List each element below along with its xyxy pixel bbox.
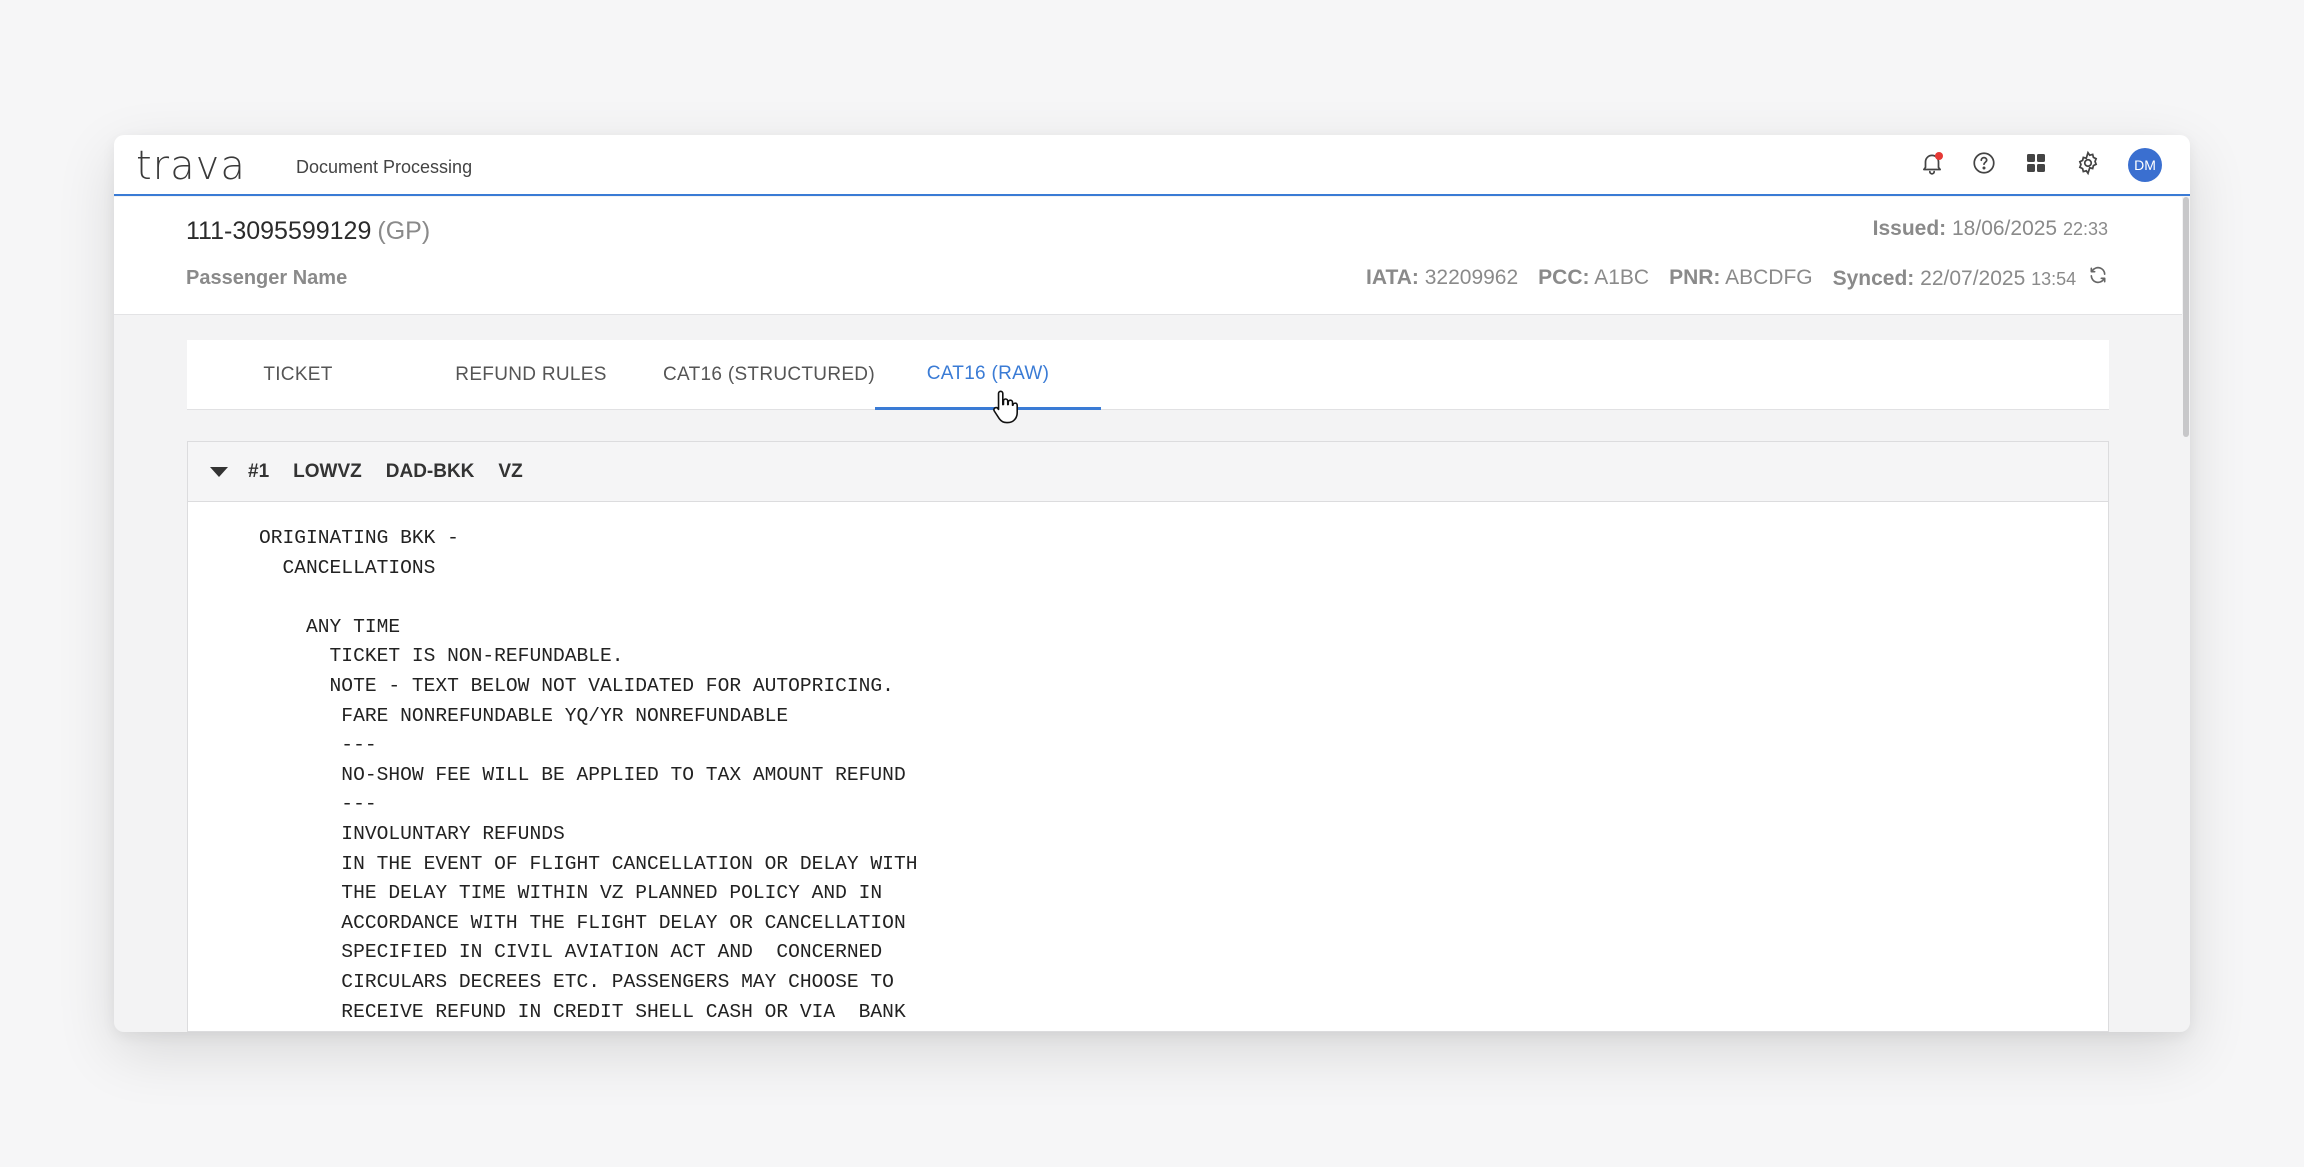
ticket-suffix: (GP) [377,217,431,245]
tab-cat16-structured[interactable]: CAT16 (STRUCTURED) [649,340,889,410]
help-button[interactable] [1966,147,2002,183]
hand-cursor-icon [990,388,1022,431]
synced-label: Synced: [1832,267,1915,290]
pcc-value: A1BC [1594,266,1650,289]
app-title: Document Processing [296,157,473,177]
user-avatar[interactable]: DM [2128,148,2162,182]
notification-dot [1935,152,1943,160]
pcc-label: PCC: [1538,266,1590,289]
ticket-meta: IATA: 32209962 PCC: A1BC PNR: ABCDFG Syn… [1366,265,2108,291]
issued-info: Issued: 18/06/2025 22:33 [1873,217,2108,241]
scrollbar-thumb[interactable] [2183,197,2189,437]
pcc-info: PCC: A1BC [1538,266,1649,290]
logo-text: trava [136,143,246,189]
rule-panel: #1 LOWVZ DAD-BKK VZ ORIGINATING BKK - CA… [187,441,2109,1032]
refresh-icon [2088,265,2108,291]
ticket-number-heading: 111-3095599129 (GP) [186,217,430,246]
help-icon [1971,150,1997,181]
iata-label: IATA: [1366,266,1419,289]
tab-bar: TICKET REFUND RULES CAT16 (STRUCTURED) C… [187,340,2109,410]
issued-time: 22:33 [2062,219,2108,239]
tab-ticket[interactable]: TICKET [187,340,409,410]
ticket-header: 111-3095599129 (GP) Passenger Name Issued… [114,197,2182,315]
rule-index: #1 [248,460,270,482]
pnr-label: PNR: [1669,266,1721,289]
iata-info: IATA: 32209962 [1366,266,1518,290]
rule-route: DAD-BKK [385,460,475,482]
pnr-value: ABCDFG [1725,266,1813,289]
rule-carrier: VZ [498,460,523,482]
trava-logo[interactable]: trava [136,143,246,189]
synced-date: 22/07/2025 [1920,267,2026,290]
gear-icon [2075,150,2101,181]
issued-date: 18/06/2025 [1952,217,2058,240]
caret-down-icon [210,466,228,477]
ticket-number: 111-3095599129 [186,217,372,245]
synced-time: 13:54 [2031,269,2077,289]
settings-button[interactable] [2070,147,2106,183]
issued-label: Issued: [1872,217,1947,240]
rule-fare-basis: LOWVZ [293,460,362,482]
passenger-name: Passenger Name [186,267,348,289]
refresh-sync-button[interactable] [2088,265,2108,291]
iata-value: 32209962 [1424,266,1519,289]
tab-refund-rules[interactable]: REFUND RULES [413,340,649,410]
synced-info: Synced: 22/07/2025 13:54 [1833,265,2108,291]
app-window: trava Document Processing DM 111-3095599… [114,135,2190,1032]
main-content: TICKET REFUND RULES CAT16 (STRUCTURED) C… [187,340,2109,1032]
apps-button[interactable] [2018,147,2054,183]
apps-grid-icon [2024,151,2048,180]
top-bar: trava Document Processing DM [114,135,2190,196]
tab-cat16-raw[interactable]: CAT16 (RAW) [875,340,1101,410]
raw-rule-text: ORIGINATING BKK - CANCELLATIONS ANY TIME… [259,527,918,1032]
top-icons: DM [1914,147,2162,183]
notifications-button[interactable] [1914,147,1950,183]
pnr-info: PNR: ABCDFG [1669,266,1813,290]
rule-accordion-header[interactable]: #1 LOWVZ DAD-BKK VZ [188,442,2108,502]
